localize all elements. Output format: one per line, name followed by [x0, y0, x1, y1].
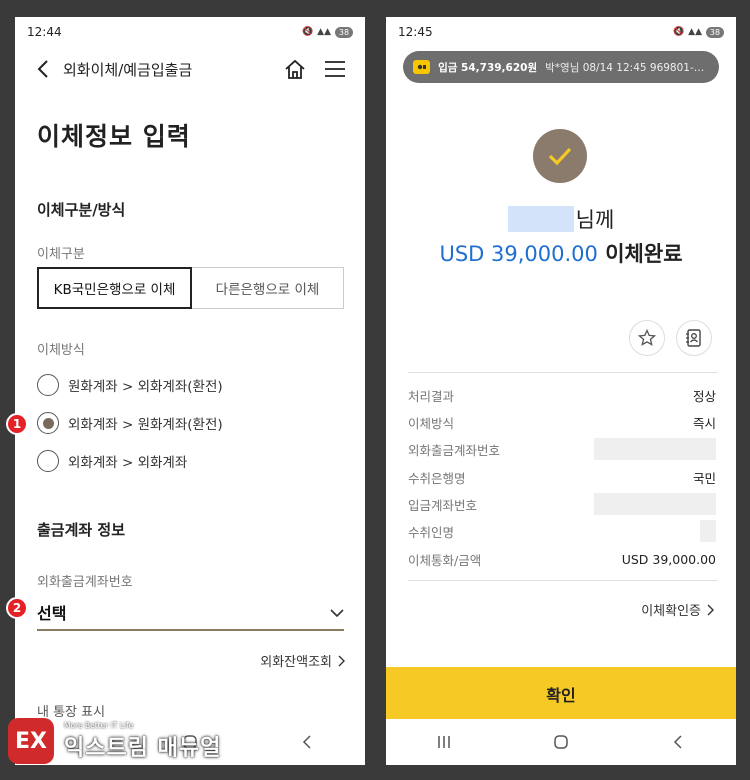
logo-name: 익스트림 매뉴얼: [64, 735, 222, 761]
logo-mark-icon: EX: [8, 718, 54, 764]
battery-icon: 38: [335, 26, 353, 38]
confirm-button[interactable]: 확인: [386, 667, 736, 721]
watermark-logo: EX More Better IT Life 익스트림 매뉴얼: [8, 718, 221, 764]
top-navigation: 외화이체/예금입출금: [15, 47, 365, 91]
info-label: 수취은행명: [408, 471, 466, 486]
info-row-method: 이체방식 즉시: [408, 413, 716, 432]
step-badge-2: 2: [6, 597, 28, 619]
chevron-right-icon: [338, 655, 345, 666]
transfer-certificate-link[interactable]: 이체확인증: [641, 600, 714, 619]
recent-apps-icon[interactable]: [429, 727, 459, 757]
favorite-star-button[interactable]: [629, 320, 665, 356]
transfer-amount: USD 39,000.00: [439, 242, 598, 266]
android-nav-bar: [386, 719, 736, 765]
method-radio-fx-to-krw[interactable]: 외화계좌 > 원화계좌(환전): [37, 412, 223, 434]
masked-value: [594, 493, 716, 515]
left-phone-screen: 12:44 🔇 ▲▲ 38 외화이체/예금입출금 이체정보 입력 이체구분/방식…: [15, 17, 365, 765]
info-value: 국민: [692, 471, 716, 486]
account-select-value: 선택: [37, 604, 67, 623]
info-row-recipient: 수취인명: [408, 520, 716, 542]
mute-icon: 🔇: [301, 27, 314, 37]
signal-icon: ▲▲: [317, 27, 331, 37]
hamburger-menu-icon[interactable]: [321, 55, 349, 83]
radio-label: 외화계좌 > 외화계좌: [68, 455, 188, 471]
recipient-line: 님께: [386, 204, 736, 234]
other-bank-transfer-option[interactable]: 다른은행으로 이체: [192, 267, 344, 309]
radio-button-checked[interactable]: [37, 412, 59, 434]
recipient-suffix: 님께: [575, 208, 615, 232]
method-radio-krw-to-fx[interactable]: 원화계좌 > 외화계좌(환전): [37, 374, 223, 396]
info-label: 이체통화/금액: [408, 553, 482, 568]
radio-button[interactable]: [37, 450, 59, 472]
status-icons: 🔇 ▲▲ 38: [672, 26, 724, 38]
info-value: 즉시: [692, 416, 716, 431]
back-button-icon[interactable]: [292, 727, 322, 757]
home-button-icon[interactable]: [546, 727, 576, 757]
status-bar: 12:44 🔇 ▲▲ 38: [15, 17, 365, 47]
info-label: 수취인명: [408, 524, 455, 540]
fx-balance-link[interactable]: 외화잔액조회: [260, 651, 345, 670]
step-badge-1: 1: [6, 413, 28, 435]
account-select-dropdown[interactable]: 선택: [37, 595, 344, 631]
transfer-certificate-label: 이체확인증: [641, 604, 701, 619]
info-row-result: 처리결과 정상: [408, 386, 716, 405]
page-title: 이체정보 입력: [37, 122, 191, 151]
kb-app-icon: [413, 60, 431, 74]
star-icon: [638, 329, 656, 346]
chevron-right-icon: [707, 604, 714, 615]
deposit-notification-banner[interactable]: 입금 54,739,620원 박*영님 08/14 12:45 969801-*…: [403, 51, 719, 83]
info-value: USD 39,000.00: [621, 552, 716, 567]
logo-text: More Better IT Life 익스트림 매뉴얼: [64, 721, 221, 762]
transfer-amount-line: USD 39,000.00 이체완료: [386, 238, 736, 268]
info-row-deposit-account: 입금계좌번호: [408, 493, 716, 515]
radio-button[interactable]: [37, 374, 59, 396]
divider-top: [408, 372, 718, 373]
masked-value: [700, 520, 716, 542]
account-number-label: 외화출금계좌번호: [37, 575, 133, 590]
back-arrow-icon[interactable]: [33, 59, 53, 79]
battery-icon: 38: [706, 26, 724, 38]
back-button-icon[interactable]: [663, 727, 693, 757]
fx-balance-link-label: 외화잔액조회: [260, 655, 332, 670]
status-bar: 12:45 🔇 ▲▲ 38: [386, 17, 736, 47]
info-label: 처리결과: [408, 389, 455, 404]
info-row-withdraw-account: 외화출금계좌번호: [408, 438, 716, 460]
divider-bottom: [408, 580, 718, 581]
info-value: 정상: [692, 389, 716, 404]
transfer-complete-text: 이체완료: [605, 242, 683, 266]
nav-title: 외화이체/예금입출금: [63, 60, 193, 79]
recipient-name-blurred: [507, 206, 574, 232]
info-row-currency-amount: 이체통화/금액 USD 39,000.00: [408, 550, 716, 569]
contact-book-icon: [686, 329, 701, 347]
notification-detail: 박*영님 08/14 12:45 969801-**-···: [545, 61, 709, 74]
status-icons: 🔇 ▲▲ 38: [301, 26, 353, 38]
masked-value: [594, 438, 716, 460]
section-title-transfer-type: 이체구분/방식: [37, 201, 126, 219]
logo-tagline: More Better IT Life: [64, 720, 134, 730]
status-time: 12:45: [398, 25, 433, 39]
home-icon[interactable]: [281, 55, 309, 83]
transfer-method-label: 이체방식: [37, 343, 85, 358]
signal-icon: ▲▲: [688, 27, 702, 37]
radio-label: 원화계좌 > 외화계좌(환전): [68, 379, 223, 395]
kb-transfer-option[interactable]: KB국민은행으로 이체: [37, 267, 192, 309]
status-time: 12:44: [27, 25, 62, 39]
chevron-down-icon: [330, 603, 344, 622]
notification-amount: 입금 54,739,620원: [438, 61, 538, 74]
transfer-type-segmented-control: KB국민은행으로 이체 다른은행으로 이체: [37, 267, 344, 309]
mute-icon: 🔇: [672, 27, 685, 37]
info-label: 외화출금계좌번호: [408, 442, 501, 458]
info-label: 입금계좌번호: [408, 497, 478, 513]
radio-label: 외화계좌 > 원화계좌(환전): [68, 417, 223, 433]
info-row-bank-name: 수취은행명 국민: [408, 468, 716, 487]
contact-book-button[interactable]: [676, 320, 712, 356]
info-label: 이체방식: [408, 416, 455, 431]
method-radio-fx-to-fx[interactable]: 외화계좌 > 외화계좌: [37, 450, 187, 472]
section-title-withdraw-account: 출금계좌 정보: [37, 521, 126, 539]
transfer-type-label: 이체구분: [37, 247, 85, 262]
success-check-icon: [533, 129, 587, 183]
right-phone-screen: 12:45 🔇 ▲▲ 38 입금 54,739,620원 박*영님 08/14 …: [386, 17, 736, 765]
